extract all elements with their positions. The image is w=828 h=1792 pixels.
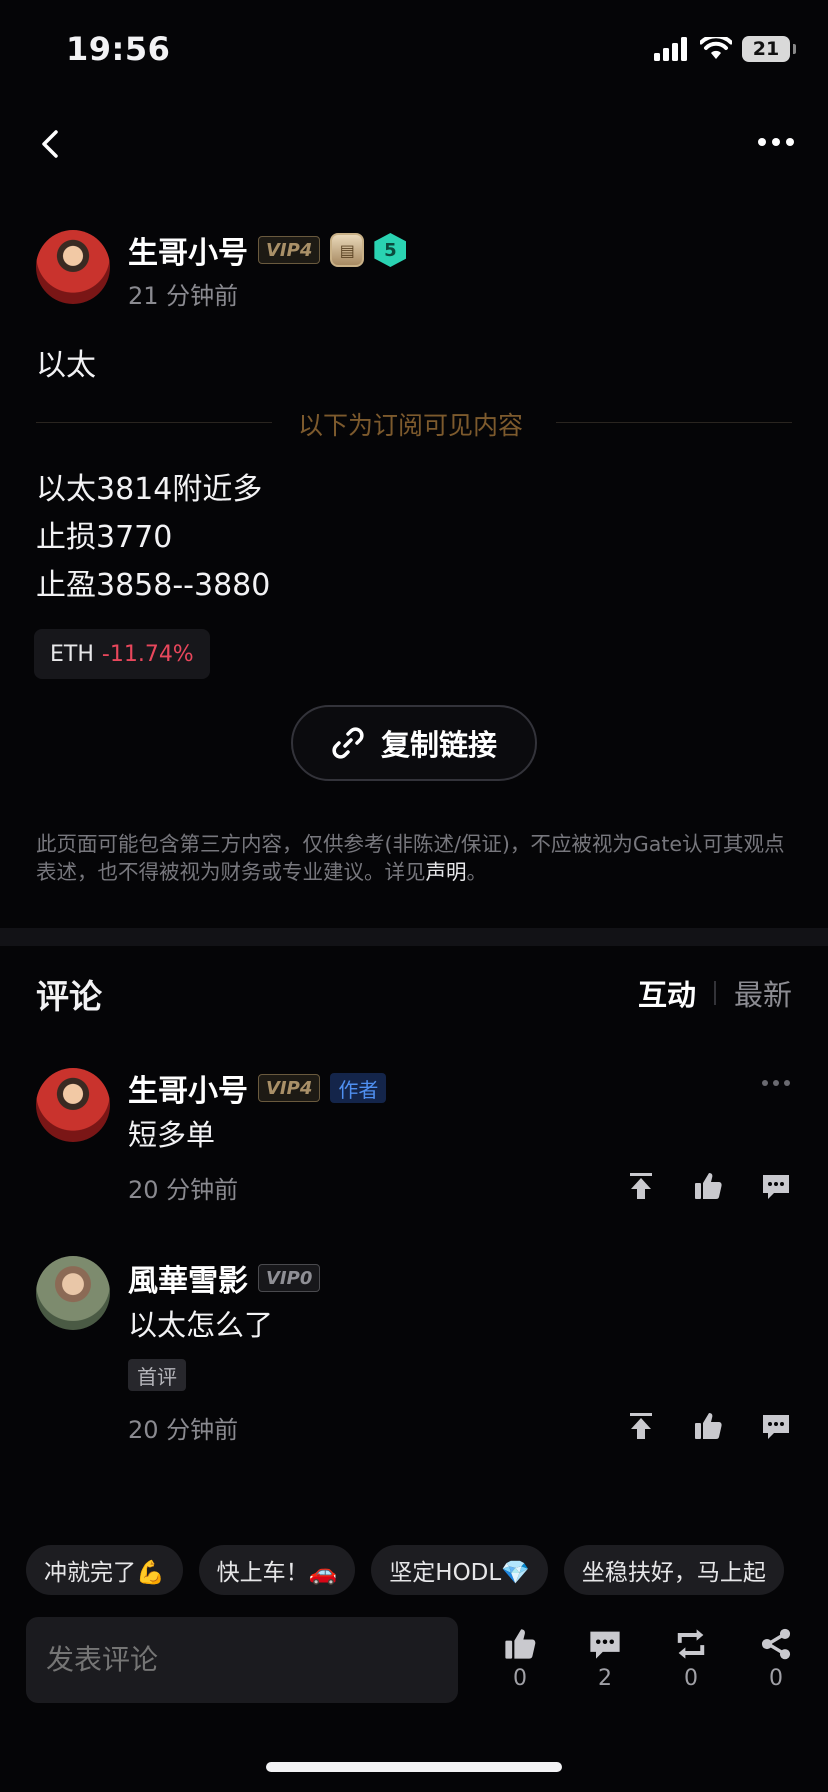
sort-divider xyxy=(713,981,716,1005)
author-avatar[interactable] xyxy=(36,230,110,304)
scroll-badge-icon: ▤ xyxy=(330,233,365,267)
like-count: 0 xyxy=(513,1666,527,1691)
comment-text: 短多单 xyxy=(128,1118,216,1152)
post-title: 以太 xyxy=(36,348,96,383)
pin-top-icon[interactable] xyxy=(625,1410,657,1442)
comment-icon xyxy=(590,1631,620,1659)
commenter-avatar[interactable] xyxy=(36,1068,110,1142)
comment-text: 以太怎么了 xyxy=(128,1308,274,1342)
signal-icon xyxy=(654,37,687,61)
wifi-icon xyxy=(700,37,732,59)
comment-time: 20 分钟前 xyxy=(128,1176,239,1204)
disclaimer: 此页面可能包含第三方内容，仅供参考(非陈述/保证)，不应被视为Gate认可其观点… xyxy=(36,830,796,886)
link-icon xyxy=(332,727,364,759)
comment-count: 2 xyxy=(598,1666,612,1691)
token-change: -11.74% xyxy=(101,641,194,667)
comment-header: 生哥小号 VIP4 作者 xyxy=(128,1066,387,1110)
divider-right xyxy=(556,422,792,423)
token-chip[interactable]: ETH -11.74% xyxy=(34,629,210,679)
comment-button[interactable]: 2 xyxy=(587,1626,623,1691)
status-icons: 21 xyxy=(654,36,796,62)
reply-icon[interactable] xyxy=(760,1170,792,1202)
vip-badge: VIP4 xyxy=(258,1074,321,1102)
like-icon[interactable] xyxy=(692,1410,724,1442)
repost-button[interactable]: 0 xyxy=(673,1626,709,1691)
comment-more-icon[interactable] xyxy=(762,1080,790,1086)
commenter-name[interactable]: 生哥小号 xyxy=(128,1066,248,1110)
body-line: 止损3770 xyxy=(36,520,173,555)
body-line: 止盈3858--3880 xyxy=(36,568,271,603)
token-symbol: ETH xyxy=(50,641,94,667)
more-options-icon[interactable] xyxy=(758,138,794,146)
copy-link-label: 复制链接 xyxy=(380,728,497,762)
home-indicator xyxy=(266,1762,562,1772)
post-author-name[interactable]: 生哥小号 xyxy=(128,228,248,272)
disclaimer-link[interactable]: 声明 xyxy=(426,860,467,884)
repost-count: 0 xyxy=(684,1666,698,1691)
vip-badge: VIP0 xyxy=(258,1264,321,1292)
share-icon xyxy=(761,1628,791,1660)
repost-icon xyxy=(677,1629,705,1659)
level-badge: 5 xyxy=(374,233,407,267)
post-author-row: 生哥小号 VIP4 ▤ 5 xyxy=(128,228,407,272)
sort-tabs: 互动 最新 xyxy=(638,972,792,1014)
quick-reply-chip[interactable]: 冲就完了💪 xyxy=(26,1545,183,1595)
quick-reply-chip[interactable]: 坐稳扶好，马上起 xyxy=(563,1545,784,1595)
quick-replies: 冲就完了💪 快上车！🚗 坚定HODL💎 坐稳扶好，马上起 xyxy=(26,1545,784,1595)
commenter-avatar[interactable] xyxy=(36,1256,110,1330)
quick-reply-chip[interactable]: 坚定HODL💎 xyxy=(371,1545,548,1595)
post-body: 以太3814附近多 止损3770 止盈3858--3880 xyxy=(36,466,270,610)
share-count: 0 xyxy=(769,1666,783,1691)
commenter-name[interactable]: 風華雪影 xyxy=(128,1256,248,1300)
vip-badge: VIP4 xyxy=(258,236,321,264)
divider-left xyxy=(36,422,272,423)
disclaimer-end: 。 xyxy=(466,860,488,884)
share-button[interactable]: 0 xyxy=(758,1626,794,1691)
tab-interaction[interactable]: 互动 xyxy=(638,972,696,1014)
battery-icon: 21 xyxy=(742,36,796,62)
body-line: 以太3814附近多 xyxy=(36,472,263,507)
comments-title: 评论 xyxy=(36,977,102,1016)
author-tag: 作者 xyxy=(330,1073,387,1103)
disclaimer-text: 此页面可能包含第三方内容，仅供参考(非陈述/保证)，不应被视为Gate认可其观点… xyxy=(36,832,785,884)
subscribe-label: 以下为订阅可见内容 xyxy=(298,411,524,440)
comment-time: 20 分钟前 xyxy=(128,1416,239,1444)
tab-latest[interactable]: 最新 xyxy=(734,972,792,1014)
comment-header: 風華雪影 VIP0 xyxy=(128,1256,321,1300)
like-icon xyxy=(505,1629,536,1659)
section-separator xyxy=(0,928,828,946)
post-time: 21 分钟前 xyxy=(128,282,239,310)
pin-top-icon[interactable] xyxy=(625,1170,657,1202)
quick-reply-chip[interactable]: 快上车！🚗 xyxy=(198,1545,356,1595)
copy-link-button[interactable]: 复制链接 xyxy=(291,705,537,781)
first-comment-tag: 首评 xyxy=(128,1359,186,1391)
comment-input[interactable] xyxy=(26,1617,458,1703)
like-button[interactable]: 0 xyxy=(502,1626,538,1691)
back-icon[interactable] xyxy=(36,126,64,162)
like-icon[interactable] xyxy=(692,1170,724,1202)
status-time: 19:56 xyxy=(66,30,171,68)
reply-icon[interactable] xyxy=(760,1410,792,1442)
